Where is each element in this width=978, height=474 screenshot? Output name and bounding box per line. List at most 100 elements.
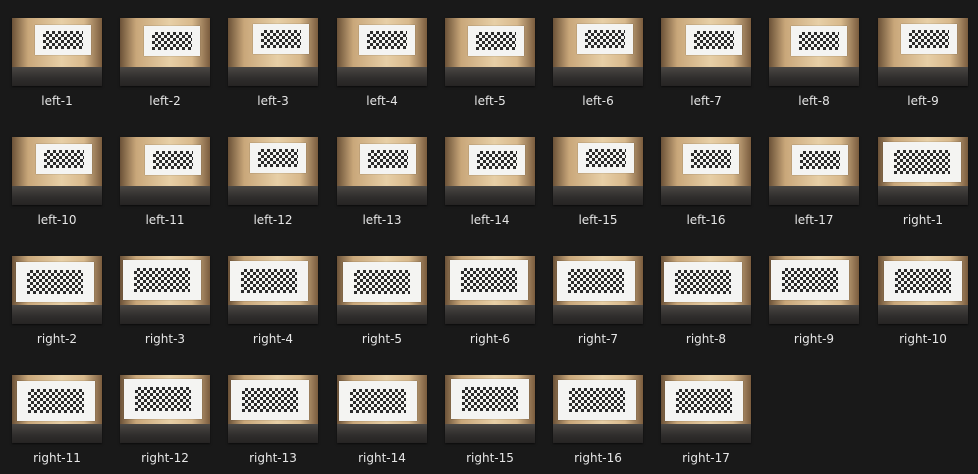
file-item[interactable]: right-6 bbox=[445, 256, 545, 356]
file-item[interactable]: left-12 bbox=[228, 137, 328, 237]
image-thumbnail[interactable] bbox=[445, 137, 535, 205]
file-name-label: right-3 bbox=[144, 332, 186, 346]
file-item[interactable]: left-15 bbox=[553, 137, 653, 237]
file-name-label: left-1 bbox=[41, 94, 73, 108]
image-thumbnail[interactable] bbox=[769, 137, 859, 205]
file-item[interactable]: right-4 bbox=[228, 256, 328, 356]
file-name-label: left-10 bbox=[37, 213, 77, 227]
image-thumbnail[interactable] bbox=[878, 18, 968, 86]
file-item[interactable]: left-2 bbox=[120, 18, 220, 118]
file-name-label: right-6 bbox=[469, 332, 511, 346]
file-name-label: left-4 bbox=[366, 94, 398, 108]
file-item[interactable]: right-3 bbox=[120, 256, 220, 356]
file-name-label: right-15 bbox=[466, 451, 514, 465]
image-thumbnail[interactable] bbox=[661, 375, 751, 443]
file-name-label: right-9 bbox=[793, 332, 835, 346]
image-thumbnail[interactable] bbox=[228, 18, 318, 86]
file-name-label: right-16 bbox=[574, 451, 622, 465]
file-item[interactable]: left-7 bbox=[661, 18, 761, 118]
file-item[interactable]: right-8 bbox=[661, 256, 761, 356]
file-name-label: right-5 bbox=[361, 332, 403, 346]
file-name-label: left-7 bbox=[690, 94, 722, 108]
file-item[interactable]: right-1 bbox=[878, 137, 978, 237]
image-thumbnail[interactable] bbox=[661, 18, 751, 86]
file-item[interactable]: right-13 bbox=[228, 375, 328, 474]
file-name-label: right-7 bbox=[577, 332, 619, 346]
image-thumbnail[interactable] bbox=[228, 137, 318, 205]
file-item[interactable]: right-9 bbox=[769, 256, 869, 356]
file-name-label: left-2 bbox=[149, 94, 181, 108]
image-thumbnail[interactable] bbox=[12, 375, 102, 443]
file-item[interactable]: left-4 bbox=[337, 18, 437, 118]
image-thumbnail[interactable] bbox=[769, 18, 859, 86]
image-thumbnail[interactable] bbox=[12, 256, 102, 324]
file-name-label: right-14 bbox=[358, 451, 406, 465]
file-item[interactable]: right-7 bbox=[553, 256, 653, 356]
file-name-label: left-15 bbox=[578, 213, 618, 227]
file-item[interactable]: right-10 bbox=[878, 256, 978, 356]
file-name-label: left-12 bbox=[253, 213, 293, 227]
image-thumbnail[interactable] bbox=[553, 375, 643, 443]
file-name-label: right-17 bbox=[682, 451, 730, 465]
image-thumbnail[interactable] bbox=[445, 18, 535, 86]
file-item[interactable]: right-5 bbox=[337, 256, 437, 356]
image-thumbnail[interactable] bbox=[445, 256, 535, 324]
image-thumbnail[interactable] bbox=[878, 137, 968, 205]
image-thumbnail[interactable] bbox=[445, 375, 535, 443]
file-name-label: left-6 bbox=[582, 94, 614, 108]
file-item[interactable]: left-8 bbox=[769, 18, 869, 118]
image-thumbnail[interactable] bbox=[120, 18, 210, 86]
image-thumbnail[interactable] bbox=[878, 256, 968, 324]
file-item[interactable]: left-1 bbox=[12, 18, 112, 118]
file-grid: left-1 left-2 left-3 left-4 left-5 left-6 left… bbox=[0, 0, 978, 474]
file-name-label: right-11 bbox=[33, 451, 81, 465]
file-item[interactable]: left-17 bbox=[769, 137, 869, 237]
image-thumbnail[interactable] bbox=[553, 137, 643, 205]
file-name-label: left-17 bbox=[794, 213, 834, 227]
image-thumbnail[interactable] bbox=[337, 137, 427, 205]
file-item[interactable]: right-17 bbox=[661, 375, 761, 474]
image-thumbnail[interactable] bbox=[661, 256, 751, 324]
file-item[interactable]: right-16 bbox=[553, 375, 653, 474]
file-item[interactable]: left-9 bbox=[878, 18, 978, 118]
image-thumbnail[interactable] bbox=[12, 137, 102, 205]
file-item[interactable]: right-12 bbox=[120, 375, 220, 474]
file-name-label: right-1 bbox=[902, 213, 944, 227]
file-item[interactable]: left-5 bbox=[445, 18, 545, 118]
image-thumbnail[interactable] bbox=[228, 256, 318, 324]
file-name-label: right-4 bbox=[252, 332, 294, 346]
image-thumbnail[interactable] bbox=[337, 18, 427, 86]
file-name-label: left-13 bbox=[362, 213, 402, 227]
file-name-label: left-11 bbox=[145, 213, 185, 227]
file-name-label: left-14 bbox=[470, 213, 510, 227]
file-item[interactable]: left-6 bbox=[553, 18, 653, 118]
file-name-label: left-5 bbox=[474, 94, 506, 108]
file-item[interactable]: right-14 bbox=[337, 375, 437, 474]
image-thumbnail[interactable] bbox=[769, 256, 859, 324]
file-item[interactable]: left-14 bbox=[445, 137, 545, 237]
file-name-label: left-8 bbox=[798, 94, 830, 108]
image-thumbnail[interactable] bbox=[337, 256, 427, 324]
file-item[interactable]: left-16 bbox=[661, 137, 761, 237]
image-thumbnail[interactable] bbox=[553, 256, 643, 324]
file-item[interactable]: left-10 bbox=[12, 137, 112, 237]
file-item[interactable]: left-11 bbox=[120, 137, 220, 237]
image-thumbnail[interactable] bbox=[120, 137, 210, 205]
file-item[interactable]: right-11 bbox=[12, 375, 112, 474]
image-thumbnail[interactable] bbox=[120, 375, 210, 443]
file-item[interactable]: right-2 bbox=[12, 256, 112, 356]
file-item[interactable]: right-15 bbox=[445, 375, 545, 474]
image-thumbnail[interactable] bbox=[661, 137, 751, 205]
file-item[interactable]: left-3 bbox=[228, 18, 328, 118]
image-thumbnail[interactable] bbox=[337, 375, 427, 443]
file-name-label: left-16 bbox=[686, 213, 726, 227]
image-thumbnail[interactable] bbox=[120, 256, 210, 324]
image-thumbnail[interactable] bbox=[553, 18, 643, 86]
file-item[interactable]: left-13 bbox=[337, 137, 437, 237]
file-name-label: right-10 bbox=[899, 332, 947, 346]
image-thumbnail[interactable] bbox=[12, 18, 102, 86]
image-thumbnail[interactable] bbox=[228, 375, 318, 443]
file-name-label: left-3 bbox=[257, 94, 289, 108]
file-name-label: left-9 bbox=[907, 94, 939, 108]
file-name-label: right-2 bbox=[36, 332, 78, 346]
